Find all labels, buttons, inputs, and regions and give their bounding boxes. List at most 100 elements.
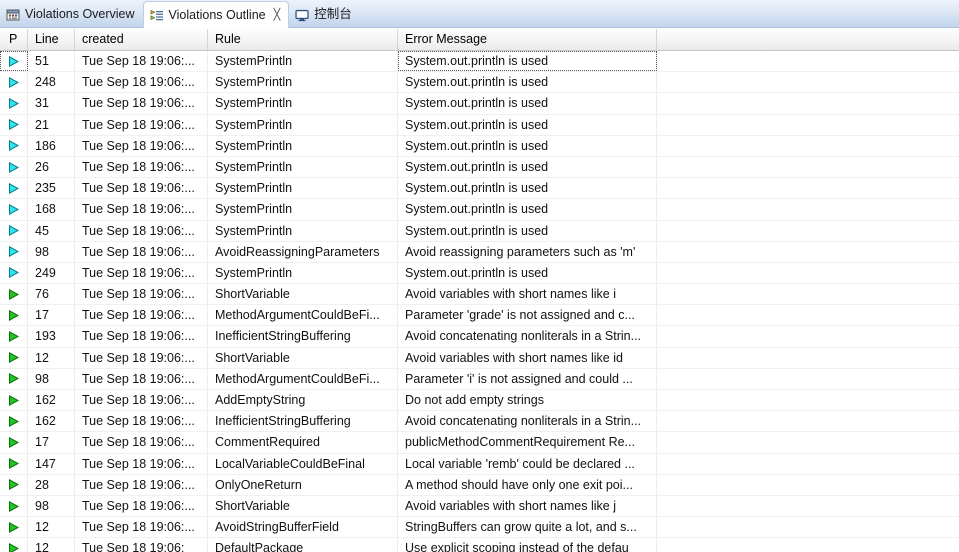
- created-cell: Tue Sep 18 19:06:...: [75, 199, 208, 220]
- priority-cell[interactable]: [0, 51, 28, 72]
- line-cell: 147: [28, 453, 75, 474]
- row-filler: [657, 221, 959, 241]
- table-row[interactable]: 76 Tue Sep 18 19:06:... ShortVariable Avoid…: [0, 284, 959, 306]
- console-icon: [295, 8, 309, 22]
- priority-triangle-icon: [7, 309, 20, 322]
- priority-cell[interactable]: [0, 220, 28, 241]
- table-row[interactable]: 17 Tue Sep 18 19:06:... CommentRequired pub…: [0, 432, 959, 454]
- table-row[interactable]: 17 Tue Sep 18 19:06:... MethodArgumentCoul…: [0, 305, 959, 327]
- column-header-error-message[interactable]: Error Message: [398, 29, 657, 50]
- priority-cell[interactable]: [0, 368, 28, 389]
- error-message-cell: StringBuffers can grow quite a lot, and …: [398, 517, 657, 538]
- table-header-row: P Line created Rule Error Message: [0, 29, 959, 51]
- table-row[interactable]: 249 Tue Sep 18 19:06:... SystemPrintln Syst…: [0, 262, 959, 285]
- row-filler: [657, 348, 959, 368]
- close-icon[interactable]: ╳: [274, 9, 281, 21]
- priority-triangle-icon: [7, 118, 20, 131]
- table-row[interactable]: 98 Tue Sep 18 19:06:... AvoidReassigningPa…: [0, 241, 959, 263]
- priority-cell[interactable]: [0, 199, 28, 220]
- tab-console[interactable]: 控制台: [289, 2, 360, 27]
- error-message-cell: Do not add empty strings: [398, 390, 657, 411]
- priority-cell[interactable]: [0, 262, 28, 284]
- table-row[interactable]: 98 Tue Sep 18 19:06:... ShortVariable Avoid…: [0, 495, 959, 518]
- priority-triangle-icon: [7, 478, 20, 491]
- priority-cell[interactable]: [0, 72, 28, 93]
- priority-cell[interactable]: [0, 538, 28, 552]
- tab-label: Violations Outline: [168, 7, 266, 22]
- column-header-line[interactable]: Line: [28, 29, 75, 50]
- table-row[interactable]: 26 Tue Sep 18 19:06:... SystemPrintln Syste…: [0, 156, 959, 179]
- rule-cell: AvoidReassigningParameters: [208, 241, 398, 262]
- table-row[interactable]: 12 Tue Sep 18 19:06: DefaultPackage Use exp…: [0, 538, 959, 552]
- table-row[interactable]: 168 Tue Sep 18 19:06:... SystemPrintln Syst…: [0, 199, 959, 221]
- priority-cell[interactable]: [0, 390, 28, 411]
- table-row[interactable]: 21 Tue Sep 18 19:06:... SystemPrintln Syste…: [0, 114, 959, 136]
- created-cell: Tue Sep 18 19:06:...: [75, 432, 208, 453]
- table-row[interactable]: 162 Tue Sep 18 19:06:... AddEmptyString Do …: [0, 390, 959, 412]
- rule-cell: ShortVariable: [208, 495, 398, 517]
- created-cell: Tue Sep 18 19:06:...: [75, 220, 208, 241]
- table-row[interactable]: 12 Tue Sep 18 19:06:... ShortVariable Avoid…: [0, 347, 959, 369]
- priority-triangle-icon: [7, 266, 20, 279]
- priority-triangle-icon: [7, 161, 20, 174]
- rule-cell: SystemPrintln: [208, 114, 398, 135]
- table-row[interactable]: 147 Tue Sep 18 19:06:... LocalVariableCoul…: [0, 453, 959, 475]
- priority-triangle-icon: [7, 330, 20, 343]
- rule-cell: SystemPrintln: [208, 93, 398, 114]
- table-row[interactable]: 98 Tue Sep 18 19:06:... MethodArgumentCoul…: [0, 368, 959, 390]
- error-message-cell: Avoid variables with short names like id: [398, 347, 657, 368]
- priority-cell[interactable]: [0, 178, 28, 199]
- rule-cell: SystemPrintln: [208, 135, 398, 156]
- rule-cell: SystemPrintln: [208, 178, 398, 199]
- priority-cell[interactable]: [0, 156, 28, 178]
- created-cell: Tue Sep 18 19:06:...: [75, 495, 208, 517]
- priority-cell[interactable]: [0, 305, 28, 326]
- table-row[interactable]: 186 Tue Sep 18 19:06:... SystemPrintln Syst…: [0, 135, 959, 157]
- table-row[interactable]: 45 Tue Sep 18 19:06:... SystemPrintln Syste…: [0, 220, 959, 242]
- column-header-rule[interactable]: Rule: [208, 29, 398, 50]
- priority-cell[interactable]: [0, 114, 28, 135]
- row-filler: [657, 178, 959, 198]
- created-cell: Tue Sep 18 19:06:...: [75, 368, 208, 389]
- priority-cell[interactable]: [0, 347, 28, 368]
- table-row[interactable]: 51 Tue Sep 18 19:06:... SystemPrintln Syste…: [0, 51, 959, 73]
- tab-violations-outline[interactable]: Violations Outline ╳: [142, 1, 290, 28]
- error-message-cell: System.out.println is used: [398, 51, 657, 72]
- priority-cell[interactable]: [0, 326, 28, 347]
- line-cell: 17: [28, 305, 75, 326]
- table-row[interactable]: 193 Tue Sep 18 19:06:... InefficientString…: [0, 326, 959, 348]
- priority-cell[interactable]: [0, 517, 28, 538]
- tab-violations-overview[interactable]: Violations Overview: [0, 2, 143, 27]
- line-cell: 12: [28, 347, 75, 368]
- table-row[interactable]: 28 Tue Sep 18 19:06:... OnlyOneReturn A met…: [0, 474, 959, 496]
- table-row[interactable]: 162 Tue Sep 18 19:06:... InefficientString…: [0, 411, 959, 433]
- line-cell: 249: [28, 262, 75, 284]
- table-row[interactable]: 235 Tue Sep 18 19:06:... SystemPrintln Syst…: [0, 178, 959, 200]
- row-filler: [657, 390, 959, 410]
- created-cell: Tue Sep 18 19:06:...: [75, 72, 208, 93]
- priority-cell[interactable]: [0, 241, 28, 262]
- table-row[interactable]: 12 Tue Sep 18 19:06:... AvoidStringBufferF…: [0, 517, 959, 539]
- table-row[interactable]: 248 Tue Sep 18 19:06:... SystemPrintln Syst…: [0, 72, 959, 94]
- priority-cell[interactable]: [0, 284, 28, 305]
- row-filler: [657, 369, 959, 389]
- error-message-cell: Avoid concatenating nonliterals in a Str…: [398, 326, 657, 347]
- priority-triangle-icon: [7, 521, 20, 534]
- column-header-created[interactable]: created: [75, 29, 208, 50]
- priority-cell[interactable]: [0, 495, 28, 517]
- priority-cell[interactable]: [0, 135, 28, 156]
- created-cell: Tue Sep 18 19:06:...: [75, 114, 208, 135]
- line-cell: 76: [28, 284, 75, 305]
- created-cell: Tue Sep 18 19:06:...: [75, 326, 208, 347]
- priority-cell[interactable]: [0, 432, 28, 453]
- column-header-priority[interactable]: P: [0, 29, 28, 50]
- line-cell: 21: [28, 114, 75, 135]
- priority-cell[interactable]: [0, 453, 28, 474]
- line-cell: 162: [28, 390, 75, 411]
- priority-cell[interactable]: [0, 93, 28, 114]
- table-row[interactable]: 31 Tue Sep 18 19:06:... SystemPrintln Syste…: [0, 93, 959, 115]
- priority-cell[interactable]: [0, 474, 28, 495]
- row-filler: [657, 72, 959, 92]
- created-cell: Tue Sep 18 19:06:...: [75, 305, 208, 326]
- priority-cell[interactable]: [0, 411, 28, 432]
